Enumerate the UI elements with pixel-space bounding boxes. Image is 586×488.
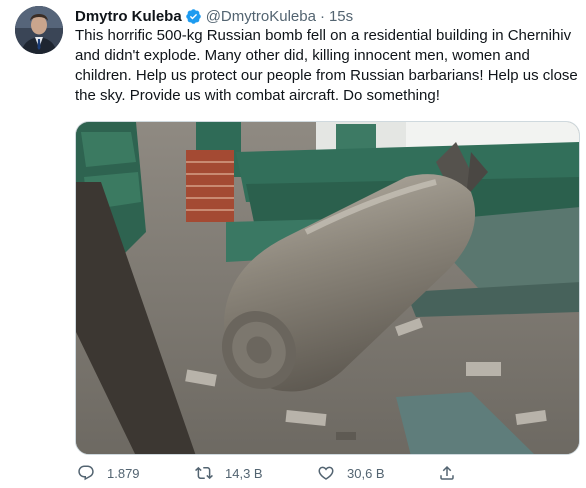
like-count: 30,6 B — [347, 465, 385, 481]
like-button[interactable]: 30,6 B — [317, 463, 385, 483]
reply-count: 1.879 — [107, 465, 140, 481]
reply-icon — [78, 465, 94, 481]
tweet[interactable]: Dmytro Kuleba @DmytroKuleba · 15s This h… — [0, 0, 586, 488]
header-separator: · — [319, 7, 325, 25]
reply-button[interactable]: 1.879 — [77, 463, 140, 483]
tweet-header: Dmytro Kuleba @DmytroKuleba · 15s — [75, 6, 353, 26]
author-handle[interactable]: @DmytroKuleba — [206, 8, 316, 25]
share-icon — [440, 465, 454, 480]
retweet-button[interactable]: 14,3 B — [195, 463, 263, 483]
tweet-photo[interactable] — [75, 121, 580, 455]
bomb-photo — [76, 122, 579, 454]
tweet-actions: 1.879 14,3 B 30,6 B — [75, 463, 580, 483]
author-name[interactable]: Dmytro Kuleba — [75, 8, 182, 25]
tweet-timestamp[interactable]: 15s — [329, 8, 353, 25]
avatar[interactable] — [15, 6, 63, 54]
retweet-icon — [195, 466, 213, 480]
heart-icon — [318, 466, 334, 480]
tweet-text: This horrific 500-kg Russian bomb fell o… — [75, 27, 578, 104]
retweet-count: 14,3 B — [225, 465, 263, 481]
verified-badge-icon — [185, 8, 201, 24]
share-button[interactable] — [438, 463, 456, 483]
